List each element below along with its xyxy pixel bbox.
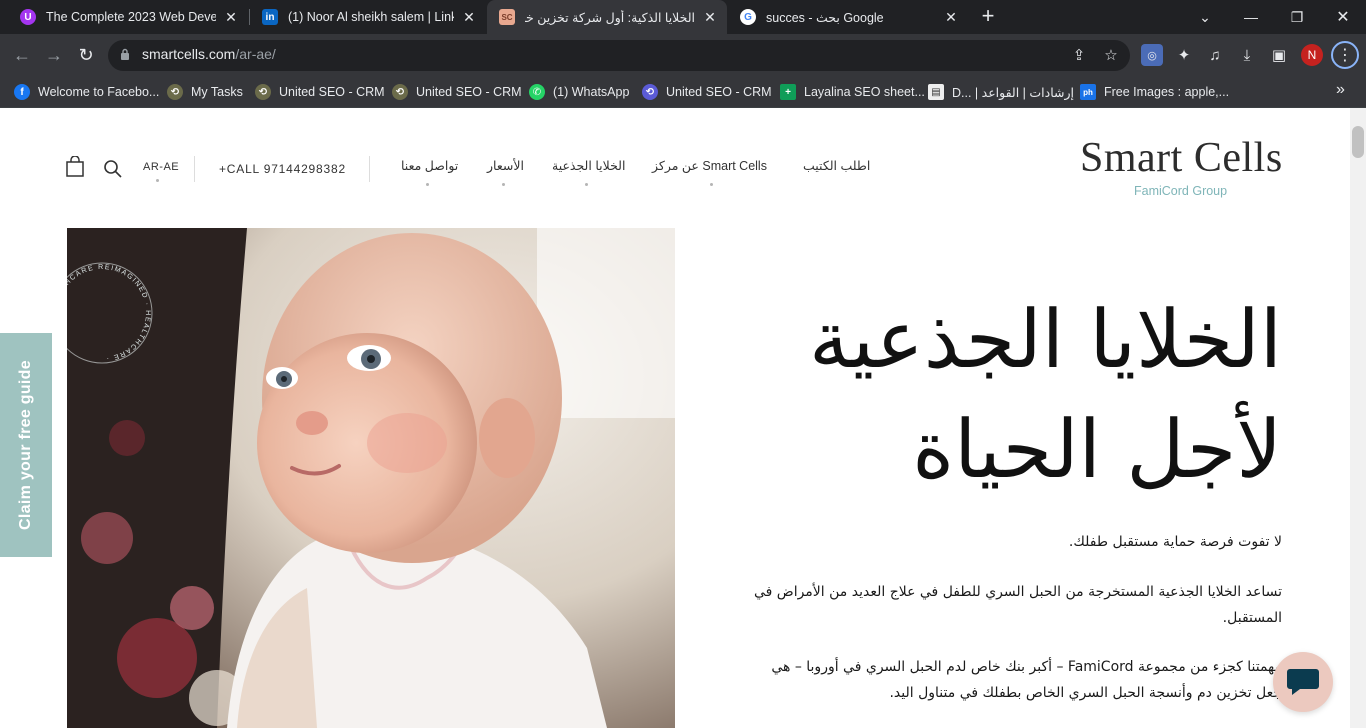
- nav-contact[interactable]: تواصل معنا: [401, 158, 458, 173]
- smartcells-icon: SC: [499, 9, 515, 25]
- close-icon[interactable]: ✕: [224, 9, 238, 26]
- claim-guide-tab[interactable]: Claim your free guide: [0, 333, 52, 557]
- bookmark-item[interactable]: ⟲ United SEO - CRM: [255, 82, 385, 102]
- tab-title: (1) Noor Al sheikh salem | Linked: [288, 10, 454, 24]
- site-logo[interactable]: Smart Cells: [1080, 134, 1283, 182]
- back-arrow-icon[interactable]: ←: [8, 41, 36, 69]
- docs-icon: ▤: [928, 84, 944, 100]
- lang-dropdown-dot: [156, 179, 159, 182]
- extension-icon[interactable]: ◎: [1141, 44, 1163, 66]
- hero-paragraph-1: لا تفوت فرصة حماية مستقبل طفلك.: [1068, 534, 1282, 550]
- share-icon[interactable]: ⇪: [1068, 44, 1090, 66]
- chrome-menu-icon[interactable]: ⋮: [1331, 41, 1359, 69]
- nav-about[interactable]: عن مركز Smart Cells: [652, 158, 767, 173]
- bookmarks-bar: f Welcome to Facebo... ⟲ My Tasks ⟲ United …: [0, 76, 1366, 108]
- bookmark-label: Layalina SEO sheet...: [804, 85, 925, 99]
- bookmark-item[interactable]: ✆ (1) WhatsApp: [529, 82, 629, 102]
- hero-paragraph-2: تساعد الخلايا الجذعية المستخرجة من الحبل…: [753, 584, 1282, 626]
- tab-title: The Complete 2023 Web Develop: [46, 10, 216, 24]
- forward-arrow-icon[interactable]: →: [40, 41, 68, 69]
- tab-linkedin[interactable]: in (1) Noor Al sheikh salem | Linked ✕: [250, 0, 486, 34]
- crm-icon: ⟲: [255, 84, 271, 100]
- star-icon[interactable]: ☆: [1100, 44, 1122, 66]
- nav-dropdown-dot: [710, 183, 713, 186]
- minimize-button[interactable]: —: [1228, 0, 1274, 34]
- hero-title-line-2: لأجل الحياة: [912, 403, 1282, 496]
- chat-bubble-icon: [1287, 669, 1319, 695]
- url-text[interactable]: smartcells.com/ar-ae/: [142, 46, 276, 62]
- bookmark-item[interactable]: ph Free Images : apple,...: [1080, 82, 1229, 102]
- tab-google[interactable]: G succes - بحث Google ✕: [728, 0, 968, 34]
- tab-search-chevron-icon[interactable]: ⌄: [1182, 0, 1228, 34]
- site-logo-subtitle: FamiCord Group: [1134, 184, 1228, 198]
- claim-guide-label: Claim your free guide: [17, 360, 34, 530]
- udemy-icon: U: [20, 9, 36, 25]
- nav-brochure[interactable]: اطلب الكتيب: [803, 158, 870, 173]
- url-path: /ar-ae/: [235, 46, 276, 62]
- tab-smartcells[interactable]: SC الخلايا الذكية: أول شركة تخزين خلايا …: [487, 0, 727, 34]
- call-link[interactable]: +CALL 97144298382: [219, 162, 346, 176]
- linkedin-icon: in: [262, 9, 278, 25]
- bookmark-item[interactable]: ⟲ United SEO - CRM: [392, 82, 522, 102]
- sheets-icon: +: [780, 84, 796, 100]
- bookmark-label: United SEO - CRM: [279, 85, 385, 99]
- lock-icon: [121, 48, 129, 60]
- hero-title-line-1: الخلايا الجذعية: [808, 293, 1282, 386]
- tab-strip: U The Complete 2023 Web Develop ✕ in (1)…: [0, 0, 1366, 34]
- nav-dropdown-dot: [585, 183, 588, 186]
- bookmark-label: United SEO - CRM: [416, 85, 522, 99]
- tab-title: succes - بحث Google: [766, 10, 884, 25]
- side-panel-icon[interactable]: ▣: [1268, 44, 1290, 66]
- close-window-button[interactable]: ✕: [1320, 0, 1366, 34]
- bookmark-item[interactable]: ▤ D... | إرشادات | القواعد: [928, 82, 1074, 102]
- crm-icon: ⟲: [642, 84, 658, 100]
- chat-button[interactable]: [1273, 652, 1333, 712]
- bookmark-item[interactable]: ⟲ My Tasks: [167, 82, 243, 102]
- media-icon[interactable]: ♫: [1204, 44, 1226, 66]
- google-icon: G: [740, 9, 756, 25]
- nav-prices[interactable]: الأسعار: [487, 158, 524, 173]
- whatsapp-icon: ✆: [529, 84, 545, 100]
- crm-icon: ⟲: [392, 84, 408, 100]
- bookmark-label: United SEO - CRM: [666, 85, 772, 99]
- close-icon[interactable]: ✕: [462, 9, 476, 26]
- bookmark-item[interactable]: ⟲ United SEO - CRM: [642, 82, 772, 102]
- close-icon[interactable]: ✕: [703, 9, 717, 26]
- url-host: smartcells.com: [142, 46, 236, 62]
- puzzle-icon[interactable]: ✦: [1173, 44, 1195, 66]
- bookmark-label: (1) WhatsApp: [553, 85, 630, 99]
- reload-icon[interactable]: ↻: [72, 41, 100, 69]
- bookmark-item[interactable]: f Welcome to Facebo...: [14, 82, 159, 102]
- profile-avatar[interactable]: N: [1301, 44, 1323, 66]
- maximize-button[interactable]: ❐: [1274, 0, 1320, 34]
- header-divider: [194, 156, 195, 182]
- baby-photo: HEALTHCARE REIMAGINED · HEALTHCARE ·: [67, 228, 675, 728]
- facebook-icon: f: [14, 84, 30, 100]
- ph-icon: ph: [1080, 84, 1096, 100]
- hero-title: الخلايا الجذعية لأجل الحياة: [722, 285, 1282, 505]
- bookmark-label: Welcome to Facebo...: [38, 85, 160, 99]
- language-switcher[interactable]: AR-AE: [143, 161, 179, 173]
- close-icon[interactable]: ✕: [944, 9, 958, 26]
- bookmark-label: My Tasks: [191, 85, 243, 99]
- bookmark-item[interactable]: + Layalina SEO sheet...: [780, 82, 925, 102]
- new-tab-button[interactable]: +: [976, 5, 1000, 29]
- tab-udemy[interactable]: U The Complete 2023 Web Develop ✕: [8, 0, 248, 34]
- download-icon[interactable]: ⤓: [1236, 44, 1258, 66]
- bookmarks-overflow-icon[interactable]: »: [1336, 81, 1345, 99]
- crm-icon: ⟲: [167, 84, 183, 100]
- bookmark-label: Free Images : apple,...: [1104, 85, 1230, 99]
- hero-paragraph-3: مهمتنا كجزء من مجموعة FamiCord – أكبر بن…: [771, 659, 1282, 701]
- nav-dropdown-dot: [502, 183, 505, 186]
- scrollbar[interactable]: [1350, 108, 1366, 728]
- scrollbar-thumb[interactable]: [1352, 126, 1364, 158]
- search-icon[interactable]: [103, 159, 123, 179]
- bookmark-label: D... | إرشادات | القواعد: [952, 85, 1074, 100]
- hero-baby-image: HEALTHCARE REIMAGINED · HEALTHCARE ·: [67, 228, 675, 728]
- nav-dropdown-dot: [426, 183, 429, 186]
- header-divider: [369, 156, 370, 182]
- nav-stem-cells[interactable]: الخلايا الجذعية: [552, 158, 625, 173]
- shopping-bag-icon[interactable]: [66, 156, 84, 177]
- tab-title: الخلايا الذكية: أول شركة تخزين خلايا -: [525, 10, 695, 25]
